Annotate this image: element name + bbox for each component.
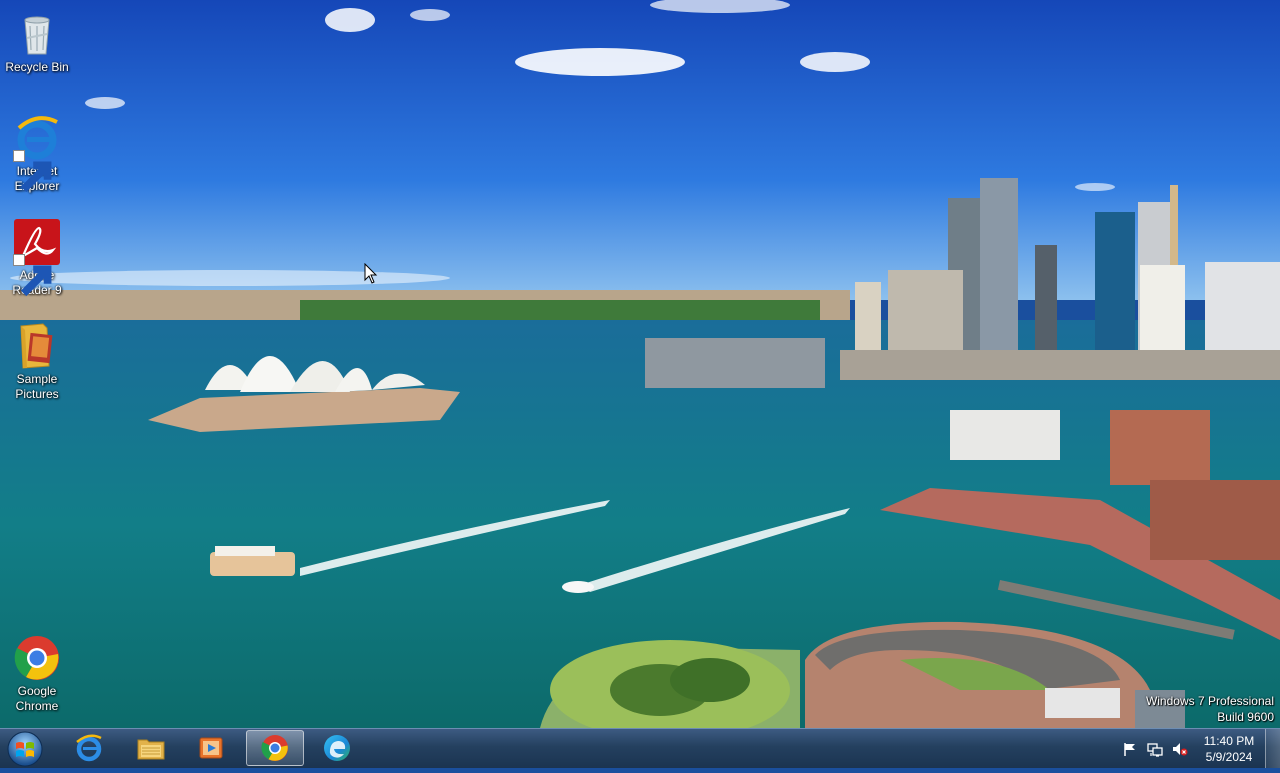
desktop-icon-recycle-bin[interactable]: Recycle Bin <box>4 6 70 75</box>
clock-time: 11:40 PM <box>1203 734 1255 748</box>
taskbar-media-player-button[interactable] <box>182 730 240 766</box>
desktop-icon-sample-pictures[interactable]: Sample Pictures <box>4 318 70 402</box>
desktop-icon-label: Sample Pictures <box>15 372 59 401</box>
internet-explorer-icon <box>13 114 61 193</box>
watermark-build: Build 9600 <box>1217 710 1274 724</box>
desktop-icon-adobe-reader[interactable]: Adobe Reader 9 <box>4 214 70 298</box>
taskbar-chrome-button[interactable] <box>246 730 304 766</box>
adobe-reader-icon <box>13 218 61 297</box>
taskbar: 11:40 PM 5/9/2024 <box>0 728 1280 768</box>
folder-icon <box>13 322 61 370</box>
start-button[interactable] <box>5 730 45 768</box>
volume-muted-icon[interactable] <box>1172 741 1188 757</box>
edge-icon <box>324 735 350 761</box>
desktop-icon-internet-explorer[interactable]: Internet Explorer <box>4 110 70 194</box>
shortcut-arrow-icon <box>13 254 52 297</box>
file-explorer-icon <box>137 739 165 760</box>
desktop-icon-google-chrome[interactable]: Google Chrome <box>4 630 70 714</box>
taskbar-internet-explorer-button[interactable] <box>60 730 118 766</box>
chrome-icon <box>261 735 288 761</box>
desktop-icon-label: Google Chrome <box>15 684 59 713</box>
recycle-bin-icon <box>13 10 61 58</box>
chrome-icon <box>13 634 61 682</box>
internet-explorer-icon <box>76 734 102 762</box>
taskbar-edge-button[interactable] <box>308 730 366 766</box>
windows-watermark: Windows 7 Professional Build 9600 <box>1146 693 1274 725</box>
clock-date: 5/9/2024 <box>1205 750 1253 764</box>
desktop-wallpaper <box>0 0 1280 728</box>
shortcut-arrow-icon <box>13 150 52 193</box>
desktop-icon-area: Recycle Bin Internet Explorer Adobe Read… <box>0 0 80 728</box>
media-player-icon <box>199 737 223 759</box>
windows-logo-icon <box>7 731 43 767</box>
action-center-flag-icon[interactable] <box>1122 741 1138 757</box>
taskbar-file-explorer-button[interactable] <box>122 730 180 766</box>
system-clock[interactable]: 11:40 PM 5/9/2024 <box>1196 733 1262 765</box>
mouse-cursor-icon <box>364 263 378 284</box>
network-icon[interactable] <box>1147 741 1163 757</box>
desktop-icon-label: Recycle Bin <box>5 60 69 74</box>
show-desktop-button[interactable] <box>1265 729 1280 768</box>
watermark-edition: Windows 7 Professional <box>1145 694 1274 708</box>
